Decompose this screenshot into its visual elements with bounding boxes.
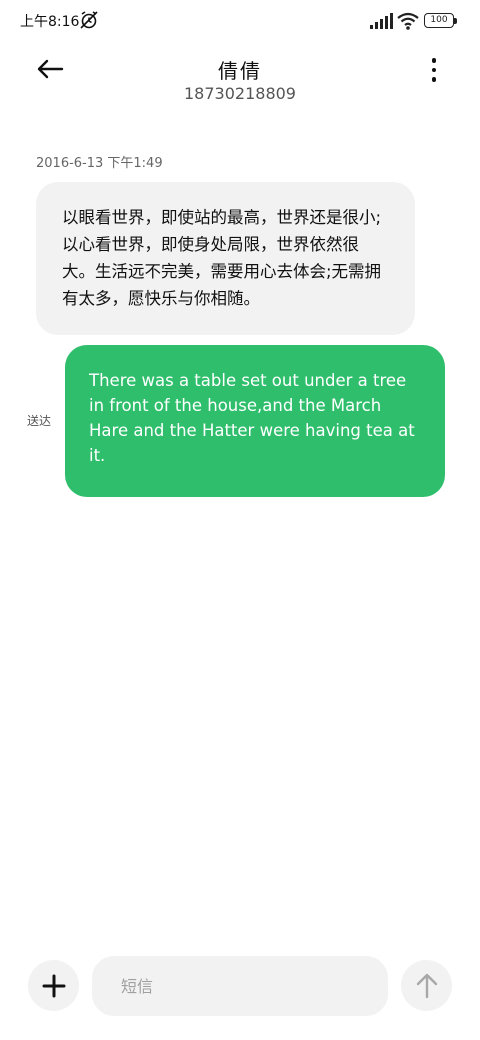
status-bar: 上午8:16 100	[0, 0, 480, 40]
delivery-status: 送达	[27, 414, 52, 428]
contact-name: 倩倩	[218, 59, 262, 83]
add-attachment-button[interactable]	[28, 960, 79, 1011]
alarm-off-icon	[80, 11, 98, 29]
battery-level: 100	[430, 15, 448, 25]
battery-icon: 100	[424, 13, 458, 29]
more-vertical-icon	[431, 58, 437, 63]
more-options-button[interactable]	[420, 56, 448, 84]
wifi-icon	[397, 12, 419, 30]
message-input[interactable]	[92, 956, 388, 1016]
send-button[interactable]	[401, 960, 452, 1011]
message-timestamp: 2016-6-13 下午1:49	[36, 156, 163, 171]
conversation-header: 倩倩 18730218809	[0, 44, 480, 114]
incoming-message-bubble[interactable]: 以眼看世界，即使站的最高，世界还是很小;以心看世界，即使身处局限，世界依然很大。…	[36, 182, 415, 335]
outgoing-message-bubble[interactable]: There was a table set out under a tree i…	[65, 345, 445, 497]
incoming-message-text: 以眼看世界，即使站的最高，世界还是很小;以心看世界，即使身处局限，世界依然很大。…	[62, 208, 382, 308]
contact-phone-number: 18730218809	[184, 84, 296, 103]
signal-icon	[370, 13, 393, 29]
plus-icon	[42, 974, 65, 997]
outgoing-message-text: There was a table set out under a tree i…	[89, 371, 415, 465]
arrow-up-icon	[416, 973, 437, 998]
status-time: 上午8:16	[20, 14, 80, 30]
